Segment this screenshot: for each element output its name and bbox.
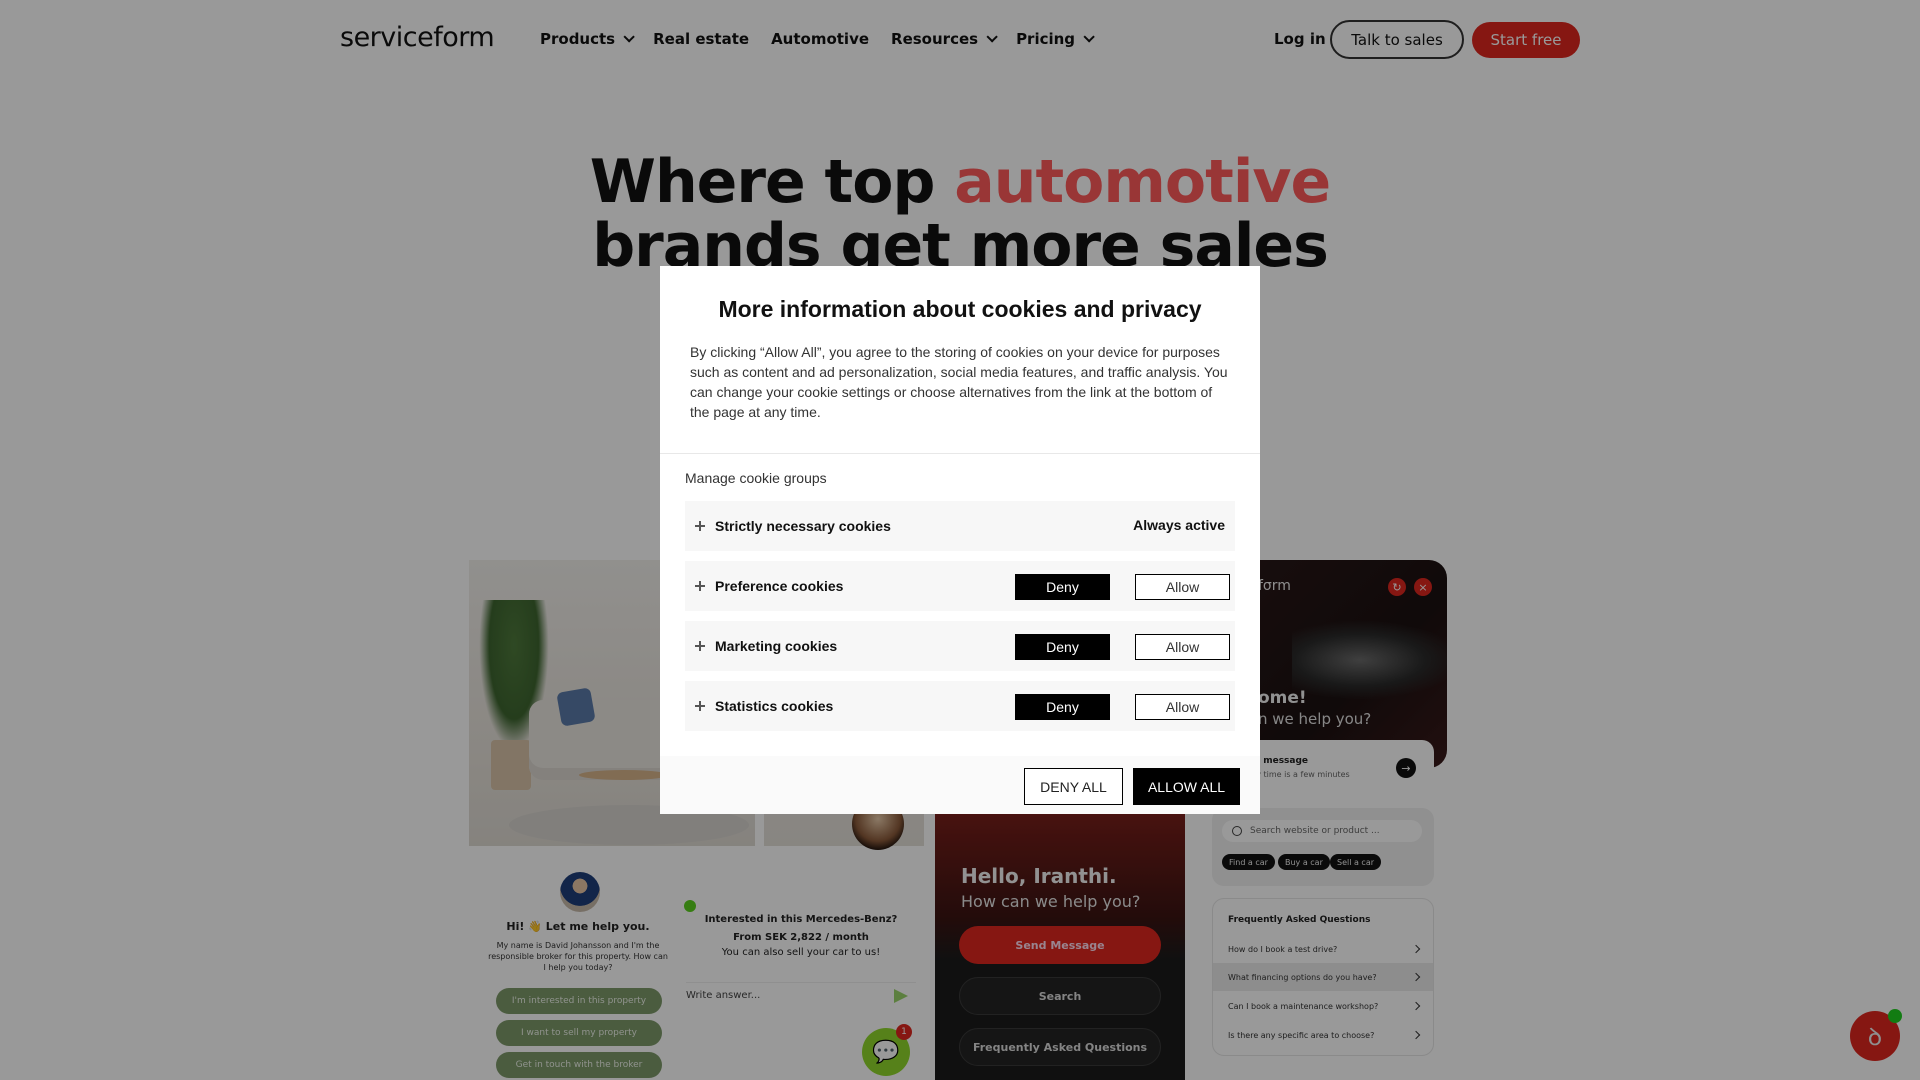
statistics-deny-button[interactable]: Deny [1015,694,1110,720]
group-label: Preference cookies [715,578,844,594]
cookie-consent-modal: More information about cookies and priva… [660,266,1260,814]
plus-icon[interactable] [695,641,705,651]
plus-icon[interactable] [695,521,705,531]
cookie-group-strictly-necessary[interactable]: Strictly necessary cookies Always active [685,501,1235,551]
plus-icon[interactable] [695,701,705,711]
allow-all-button[interactable]: ALLOW ALL [1133,768,1240,805]
divider [660,453,1260,454]
preference-deny-button[interactable]: Deny [1015,574,1110,600]
always-active-label: Always active [1133,517,1225,533]
plus-icon[interactable] [695,581,705,591]
group-label: Marketing cookies [715,638,838,654]
cookie-group-preference[interactable]: Preference cookies Deny Allow [685,561,1235,611]
modal-description: By clicking “Allow All”, you agree to th… [690,344,1228,420]
preference-allow-button[interactable]: Allow [1135,574,1230,600]
cookie-group-marketing[interactable]: Marketing cookies Deny Allow [685,621,1235,671]
group-label: Strictly necessary cookies [715,518,891,534]
statistics-allow-button[interactable]: Allow [1135,694,1230,720]
modal-title: More information about cookies and priva… [718,296,1202,322]
deny-all-button[interactable]: DENY ALL [1024,768,1123,805]
manage-cookie-groups-label: Manage cookie groups [685,470,827,486]
cookie-group-statistics[interactable]: Statistics cookies Deny Allow [685,681,1235,731]
marketing-deny-button[interactable]: Deny [1015,634,1110,660]
group-label: Statistics cookies [715,698,834,714]
marketing-allow-button[interactable]: Allow [1135,634,1230,660]
